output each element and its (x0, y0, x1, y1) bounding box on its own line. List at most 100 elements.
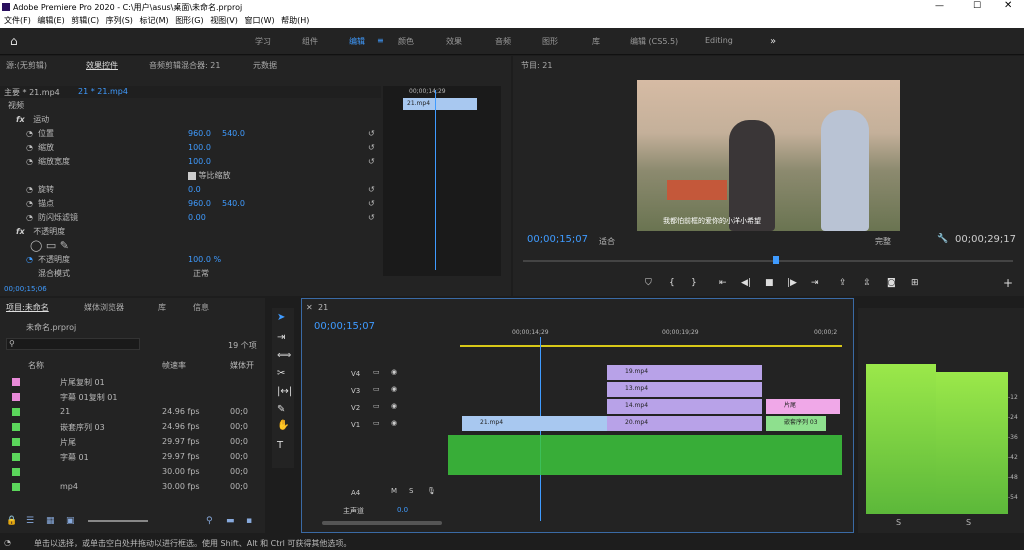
clip-nested-sequence[interactable]: 嵌套序列 03 (766, 416, 826, 431)
sync-lock-icon[interactable]: ▭ (373, 368, 380, 376)
menu-window[interactable]: 窗口(W) (244, 14, 274, 28)
reset-icon[interactable]: ↺ (368, 211, 375, 225)
eye-icon[interactable]: ◉ (391, 419, 397, 427)
project-item[interactable]: 30.00 fps 00;0 (0, 465, 265, 480)
export-frame-icon[interactable]: ◙ (887, 278, 896, 288)
go-to-in-icon[interactable]: ⇤ (719, 278, 727, 288)
clip-v3[interactable]: 13.mp4 (607, 382, 762, 397)
close-icon[interactable]: ✕ (1004, 0, 1012, 11)
clip-v1-a[interactable]: 21.mp4 (462, 416, 607, 431)
quality-select[interactable]: 完整 (875, 236, 891, 247)
maximize-icon[interactable]: ☐ (973, 1, 981, 11)
mini-playhead[interactable] (435, 90, 436, 270)
sync-lock-icon[interactable]: ▭ (373, 385, 380, 393)
opacity-value[interactable]: 100.0 % (188, 253, 221, 267)
stopwatch-icon[interactable]: ◔ (26, 183, 33, 197)
ellipse-mask-icon[interactable]: ◯ (30, 239, 42, 252)
timeline-tab[interactable]: 21 (318, 303, 328, 312)
slip-icon[interactable]: |↔| (277, 386, 292, 397)
more-workspaces-icon[interactable]: » (770, 36, 776, 47)
solo-right-button[interactable]: S (966, 518, 971, 527)
param-value-1[interactable]: 100.0 (188, 155, 211, 169)
menu-file[interactable]: 文件(F) (4, 14, 31, 28)
program-scrubber[interactable] (523, 256, 1013, 264)
workspace-editing[interactable]: 编辑 (349, 36, 365, 47)
hand-icon[interactable]: ✋ (277, 420, 289, 431)
workspace-editing-cs55[interactable]: 编辑 (CS5.5) (630, 36, 678, 47)
new-bin-icon[interactable]: ▬ (226, 516, 235, 526)
effect-param-row[interactable]: ◔ 缩放宽度 100.0 ↺ (0, 155, 381, 169)
opacity-row[interactable]: ◔ 不透明度 100.0 % (0, 253, 381, 267)
reset-icon[interactable]: ↺ (368, 183, 375, 197)
project-item[interactable]: 嵌套序列 03 24.96 fps 00;0 (0, 420, 265, 435)
stopwatch-icon[interactable]: ◔ (26, 141, 33, 155)
settings-wrench-icon[interactable]: 🔧 (937, 234, 948, 244)
tab-project[interactable]: 项目:未命名 (6, 302, 49, 313)
freeform-view-icon[interactable]: ▣ (66, 516, 75, 526)
column-framerate[interactable]: 帧速率 (162, 360, 186, 371)
workspace-menu-icon[interactable]: ≡ (377, 36, 384, 45)
work-area-bar[interactable] (460, 345, 842, 347)
menu-marker[interactable]: 标记(M) (139, 14, 168, 28)
ripple-edit-icon[interactable]: ⟺ (277, 350, 291, 361)
project-item[interactable]: 字幕 01 29.97 fps 00;0 (0, 450, 265, 465)
tab-info[interactable]: 信息 (193, 302, 209, 313)
menu-graphics[interactable]: 图形(G) (175, 14, 203, 28)
pen-mask-icon[interactable]: ✎ (60, 239, 69, 252)
reset-icon[interactable]: ↺ (368, 127, 375, 141)
fx-motion-row[interactable]: fx 运动 (0, 113, 381, 127)
workspace-color[interactable]: 颜色 (398, 36, 414, 47)
extract-icon[interactable]: ⇫ (863, 278, 871, 288)
zoom-slider[interactable] (88, 520, 148, 522)
workspace-effects[interactable]: 效果 (446, 36, 462, 47)
audio-track-header[interactable]: A4 M S 🎙 (333, 487, 443, 501)
add-marker-icon[interactable]: ⛉ (645, 278, 652, 288)
lift-icon[interactable]: ⇪ (839, 278, 847, 288)
stopwatch-icon[interactable]: ◔ (26, 253, 33, 267)
menu-clip[interactable]: 剪辑(C) (71, 14, 99, 28)
mini-clip[interactable]: 21.mp4 (403, 98, 477, 110)
master-value[interactable]: 0.0 (397, 506, 408, 514)
track-select-icon[interactable]: ⇥ (277, 332, 285, 343)
param-value-1[interactable]: 0.0 (188, 183, 201, 197)
clip-v4[interactable]: 19.mp4 (607, 365, 762, 380)
button-editor-icon[interactable]: ⊞ (911, 278, 919, 288)
workspace-editing-en[interactable]: Editing (705, 36, 733, 45)
effect-param-row[interactable]: ◔ 锚点 960.0 540.0 ↺ (0, 197, 381, 211)
eye-icon[interactable]: ◉ (391, 385, 397, 393)
param-value-1[interactable]: 0.00 (188, 211, 206, 225)
clip-v1-b[interactable]: 20.mp4 (607, 416, 762, 431)
blend-mode-row[interactable]: 混合模式 正常 (0, 267, 381, 281)
stop-icon[interactable]: ■ (765, 278, 774, 288)
menu-sequence[interactable]: 序列(S) (106, 14, 133, 28)
solo-left-button[interactable]: S (896, 518, 901, 527)
project-search-input[interactable]: ⚲ (6, 338, 140, 350)
param-value-2[interactable]: 540.0 (222, 127, 245, 141)
list-view-icon[interactable]: ☰ (26, 516, 34, 526)
project-item[interactable]: 片尾 29.97 fps 00;0 (0, 435, 265, 450)
reset-icon[interactable]: ↺ (368, 155, 375, 169)
video-track-header[interactable]: V2 ▭ ◉ (333, 402, 443, 416)
timeline-scrollbar[interactable] (322, 521, 442, 525)
mark-out-icon[interactable]: } (691, 278, 697, 288)
workspace-graphics[interactable]: 图形 (542, 36, 558, 47)
type-icon[interactable]: T (277, 440, 283, 451)
tab-media-browser[interactable]: 媒体浏览器 (84, 302, 124, 313)
reset-icon[interactable]: ↺ (368, 197, 375, 211)
go-to-out-icon[interactable]: ⇥ (811, 278, 819, 288)
effect-param-row[interactable]: ◔ 缩放 100.0 ↺ (0, 141, 381, 155)
effect-param-row[interactable]: ◔ 旋转 0.0 ↺ (0, 183, 381, 197)
column-media-start[interactable]: 媒体开 (230, 360, 254, 371)
stopwatch-icon[interactable]: ◔ (26, 155, 33, 169)
workspace-assembly[interactable]: 组件 (302, 36, 318, 47)
project-item[interactable]: 字幕 01复制 01 (0, 390, 265, 405)
program-playhead[interactable] (773, 256, 779, 264)
effect-param-row[interactable]: ◔ 位置 960.0 540.0 ↺ (0, 127, 381, 141)
icon-view-icon[interactable]: ▦ (46, 516, 55, 526)
tab-metadata[interactable]: 元数据 (253, 60, 277, 71)
fit-select[interactable]: 适合 (599, 236, 615, 247)
stopwatch-icon[interactable]: ◔ (26, 197, 33, 211)
mic-icon[interactable]: 🎙 (427, 487, 436, 495)
workspace-learn[interactable]: 学习 (255, 36, 271, 47)
selection-tool-icon[interactable]: ➤ (277, 312, 285, 323)
